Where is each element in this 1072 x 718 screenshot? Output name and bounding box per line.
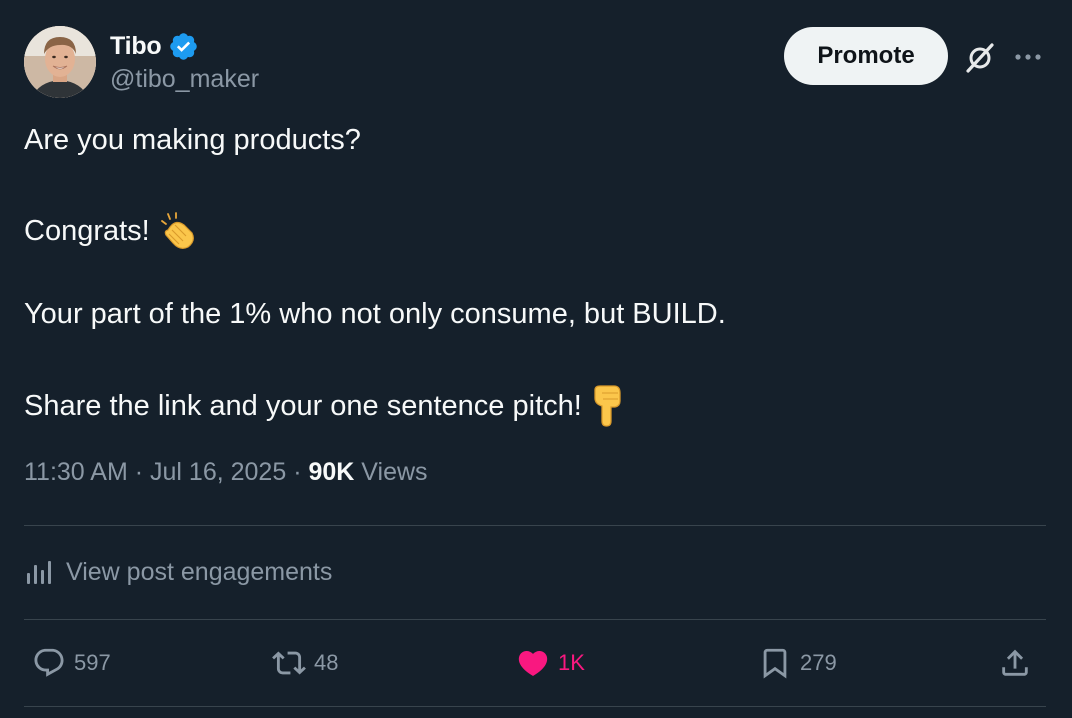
post-time[interactable]: 11:30 AM [24,458,128,486]
author-name-row[interactable]: Tibo [110,30,199,62]
meta-separator: · [134,458,144,486]
divider [24,619,1046,620]
share-button[interactable] [998,640,1040,686]
post-text-line-1: Are you making products? [24,124,361,156]
reply-icon [34,648,64,677]
bookmark-button[interactable]: 279 [758,640,837,686]
analytics-icon [27,561,51,584]
grok-icon[interactable] [962,40,998,76]
post-text-line-3: Your part of the 1% who not only consume… [24,298,726,330]
post-text-line: Congrats! [24,211,198,251]
post-text-line: Share the link and your one sentence pit… [24,384,624,428]
post-meta: 11:30 AM · Jul 16, 2025 · 90K Views [24,458,428,487]
repost-count: 48 [314,650,339,675]
reply-button[interactable]: 597 [32,640,111,686]
view-engagements-label: View post engagements [66,557,333,586]
views-label: Views [361,458,428,486]
reply-count: 597 [74,650,111,675]
post-text-line-2: Congrats! [24,214,150,247]
pointing-down-icon [590,384,624,428]
like-count: 1K [558,650,585,675]
like-button[interactable]: 1K [516,640,585,686]
bookmark-count: 279 [800,650,837,675]
repost-icon [272,651,306,675]
post-detail: Tibo @tibo_maker Promote Are you making … [0,0,1072,718]
post-text-line: Are you making products? [24,124,361,157]
author-display-name[interactable]: Tibo [110,32,162,61]
share-icon [1002,649,1028,676]
more-options-icon[interactable] [1012,42,1044,72]
clapping-hands-icon [158,211,198,251]
divider [24,706,1046,707]
verified-badge-icon[interactable] [168,31,199,62]
meta-separator: · [293,458,302,486]
view-engagements-link[interactable]: View post engagements [24,552,332,592]
post-text-line-4: Share the link and your one sentence pit… [24,389,582,422]
post-text-line: Your part of the 1% who not only consume… [24,298,726,331]
post-date[interactable]: Jul 16, 2025 [150,458,286,486]
promote-button[interactable]: Promote [784,27,948,85]
views-count: 90K [308,458,355,486]
avatar[interactable] [24,26,96,98]
divider [24,525,1046,526]
author-handle[interactable]: @tibo_maker [110,65,259,94]
bookmark-icon [763,648,787,679]
heart-filled-icon [518,650,548,676]
repost-button[interactable]: 48 [272,640,338,686]
